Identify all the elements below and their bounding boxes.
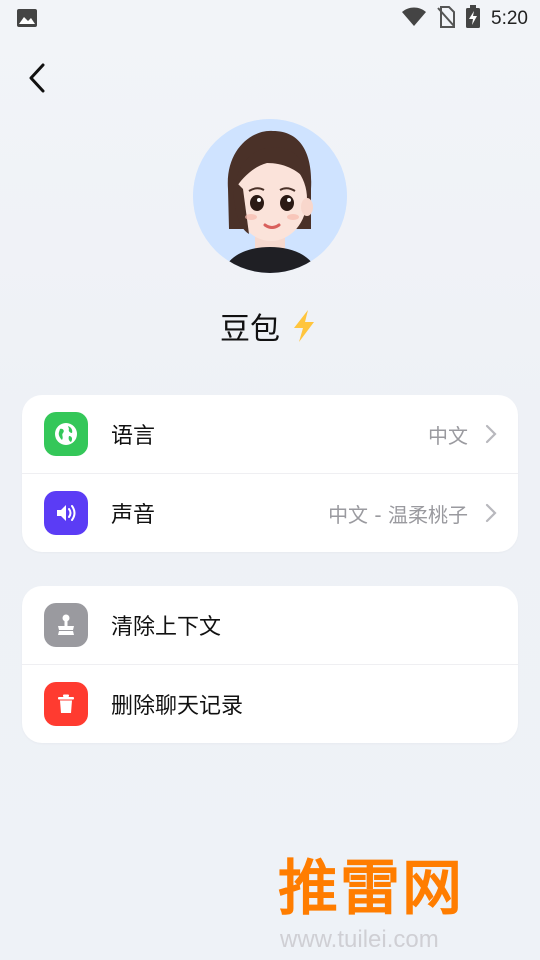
language-label: 语言 [111,424,156,449]
voice-label: 声音 [111,503,156,528]
globe-icon [44,412,88,456]
speaker-icon [44,491,88,535]
watermark-brand: 推雷网 [278,854,464,924]
watermark-url: www.tuilei.com [280,926,439,953]
back-button[interactable] [20,60,54,96]
trash-icon [44,682,88,726]
lightning-icon [288,308,320,344]
image-notification-icon [16,8,38,28]
status-bar: 5:20 [0,0,540,38]
chevron-right-icon [484,424,498,444]
avatar[interactable] [193,119,347,273]
status-time: 5:20 [491,8,528,29]
battery-charging-icon [465,5,481,33]
language-value: 中文 [428,423,468,448]
language-row[interactable]: 语言 中文 [22,395,518,473]
profile-name-row: 豆包 [0,304,540,348]
chevron-left-icon [29,63,45,93]
no-sim-icon [437,6,456,32]
clear-context-row[interactable]: 清除上下文 [22,586,518,664]
broom-icon [44,603,88,647]
chevron-right-icon [484,503,498,523]
settings-card-voice-language: 语言 中文 声音 中文 - 温柔桃子 [22,395,518,552]
delete-history-label: 删除聊天记录 [111,694,244,719]
voice-row[interactable]: 声音 中文 - 温柔桃子 [22,474,518,552]
delete-history-row[interactable]: 删除聊天记录 [22,665,518,743]
settings-card-chat: 清除上下文 删除聊天记录 [22,586,518,743]
watermark: 推雷网 www.tuilei.com [278,840,538,955]
wifi-icon [401,7,427,31]
voice-value: 中文 - 温柔桃子 [328,502,468,527]
profile-name: 豆包 [220,312,280,347]
clear-context-label: 清除上下文 [111,615,222,640]
